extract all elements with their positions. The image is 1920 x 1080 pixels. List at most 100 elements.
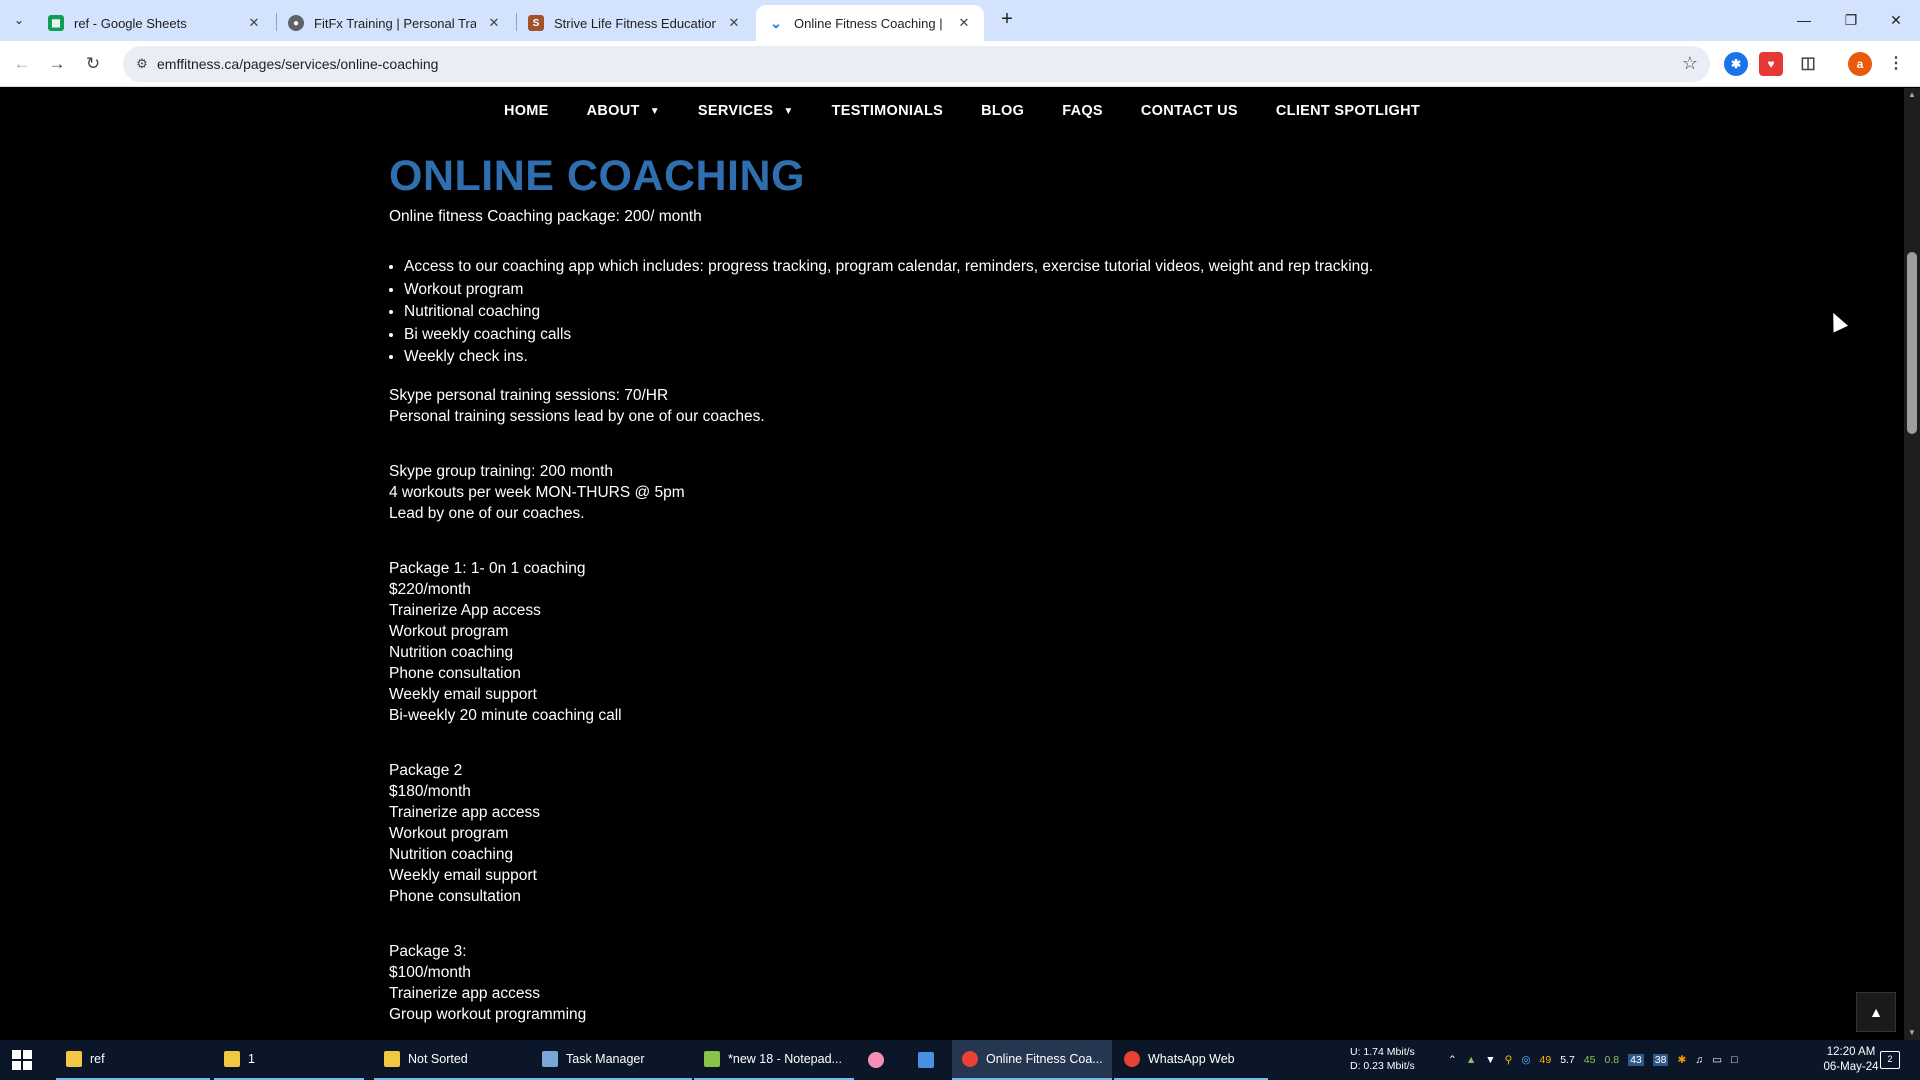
package-1-section: Package 1: 1- 0n 1 coaching $220/month T…	[389, 558, 1489, 726]
close-tab-icon[interactable]: ✕	[956, 15, 972, 31]
taskbar-item-chrome-online-fitness[interactable]: Online Fitness Coa...	[952, 1040, 1112, 1080]
text-line: Package 2	[389, 761, 463, 779]
text-line: Lead by one of our coaches.	[389, 504, 585, 522]
bookmark-star-icon[interactable]: ☆	[1682, 53, 1698, 74]
taskbar-item-1[interactable]: 1	[214, 1040, 364, 1080]
nav-faqs[interactable]: FAQS	[1062, 103, 1103, 119]
text-line: Workout program	[389, 622, 509, 640]
app-icon	[868, 1052, 884, 1068]
tray-number: 0.8	[1604, 1054, 1620, 1066]
scroll-down-arrow-icon[interactable]: ▼	[1904, 1026, 1920, 1040]
taskbar-label: Task Manager	[566, 1052, 645, 1066]
text-line: Personal training sessions lead by one o…	[389, 407, 765, 425]
menu-kebab-icon[interactable]: ⋮	[1884, 52, 1908, 76]
tab-title: ref - Google Sheets	[74, 15, 187, 31]
forward-arrow-icon[interactable]: →	[45, 52, 69, 76]
nav-home[interactable]: HOME	[504, 103, 549, 119]
extensions-puzzle-icon[interactable]: ◫	[1796, 52, 1820, 76]
text-line: Skype group training: 200 month	[389, 462, 614, 480]
windows-taskbar: ref 1 Not Sorted Task Manager *new 18 - …	[0, 1040, 1920, 1080]
list-item: Access to our coaching app which include…	[404, 256, 1489, 279]
volume-icon[interactable]: ♫	[1695, 1054, 1703, 1066]
text-line: $100/month	[389, 963, 471, 981]
document-icon	[918, 1052, 934, 1068]
text-line: Nutrition coaching	[389, 845, 514, 863]
loading-icon: ⌄	[770, 14, 782, 31]
nav-about[interactable]: ABOUT ▼	[587, 103, 660, 119]
url-text[interactable]: emffitness.ca/pages/services/online-coac…	[157, 56, 438, 72]
shield-extension-icon[interactable]: ♥	[1759, 52, 1783, 76]
back-arrow-icon[interactable]: ←	[10, 52, 34, 76]
site-info-icon[interactable]: ⚙	[133, 55, 151, 73]
battery-icon[interactable]: ▭	[1712, 1054, 1722, 1066]
close-window-icon[interactable]: ✕	[1876, 6, 1916, 34]
tray-number: 5.7	[1560, 1054, 1575, 1066]
tray-number: 49	[1539, 1054, 1552, 1066]
upload-speed: U: 1.74 Mbit/s	[1350, 1046, 1415, 1058]
nav-testimonials[interactable]: TESTIMONIALS	[832, 103, 944, 119]
scroll-up-arrow-icon[interactable]: ▲	[1904, 88, 1920, 102]
close-tab-icon[interactable]: ✕	[486, 15, 502, 31]
nav-services[interactable]: SERVICES ▼	[698, 103, 794, 119]
address-bar[interactable]: ⚙ emffitness.ca/pages/services/online-co…	[123, 46, 1710, 82]
text-line: Weekly email support	[389, 685, 537, 703]
tab-fitfx[interactable]: ● FitFx Training | Personal Training ✕	[276, 5, 514, 41]
package-2-section: Package 2 $180/month Trainerize app acce…	[389, 760, 1489, 907]
nav-contact-us[interactable]: CONTACT US	[1141, 103, 1238, 119]
clock-time: 12:20 AM	[1826, 1046, 1876, 1058]
close-tab-icon[interactable]: ✕	[246, 15, 262, 31]
back-to-top-button[interactable]: ▲	[1856, 992, 1896, 1032]
windows-start-icon[interactable]	[12, 1050, 32, 1070]
package-3-section: Package 3: $100/month Trainerize app acc…	[389, 941, 1489, 1025]
tray-app-icon[interactable]: ✱	[1677, 1054, 1686, 1066]
tab-search-chevron-icon[interactable]: ⌄	[8, 9, 30, 31]
text-line: $180/month	[389, 782, 471, 800]
text-line: Bi-weekly 20 minute coaching call	[389, 706, 622, 724]
scroll-thumb[interactable]	[1907, 252, 1917, 434]
globe-icon: ●	[288, 15, 304, 31]
tab-strive-life[interactable]: S Strive Life Fitness Education | O ✕	[516, 5, 754, 41]
taskbar-item-app[interactable]	[858, 1040, 898, 1080]
clock[interactable]: 12:20 AM 06-May-24	[1820, 1045, 1882, 1075]
nav-label: BLOG	[981, 103, 1025, 119]
tray-app-icon[interactable]: ▲	[1466, 1054, 1476, 1066]
list-item: Nutritional coaching	[404, 301, 1489, 324]
profile-avatar[interactable]: a	[1848, 52, 1872, 76]
folder-icon	[384, 1051, 400, 1067]
minimize-icon[interactable]: —	[1784, 6, 1824, 34]
tray-globe-icon[interactable]: ◎	[1521, 1054, 1530, 1066]
notifications-icon[interactable]: 2	[1880, 1051, 1900, 1069]
reload-icon[interactable]: ↻	[81, 52, 105, 76]
taskbar-label: ref	[90, 1052, 105, 1066]
taskbar-item-notepad[interactable]: *new 18 - Notepad...	[694, 1040, 854, 1080]
nav-client-spotlight[interactable]: CLIENT SPOTLIGHT	[1276, 103, 1420, 119]
page-scrollbar[interactable]: ▲ ▼	[1904, 88, 1920, 1040]
caret-down-icon: ▼	[649, 105, 660, 117]
close-tab-icon[interactable]: ✕	[726, 15, 742, 31]
taskbar-item-document[interactable]	[908, 1040, 948, 1080]
tab-google-sheets[interactable]: ▦ ref - Google Sheets ✕	[36, 5, 274, 41]
list-item: Bi weekly coaching calls	[404, 324, 1489, 347]
taskbar-item-whatsapp[interactable]: WhatsApp Web	[1114, 1040, 1268, 1080]
taskbar-item-not-sorted[interactable]: Not Sorted	[374, 1040, 534, 1080]
taskbar-item-ref[interactable]: ref	[56, 1040, 210, 1080]
network-icon[interactable]: □	[1731, 1054, 1737, 1066]
taskbar-label: WhatsApp Web	[1148, 1052, 1235, 1066]
text-line: $220/month	[389, 580, 471, 598]
google-sheets-icon: ▦	[48, 15, 64, 31]
new-tab-plus-icon[interactable]: +	[995, 8, 1019, 32]
chrome-icon	[1124, 1051, 1140, 1067]
tab-online-fitness-coaching[interactable]: ⌄ Online Fitness Coaching | Skype ✕	[756, 5, 984, 41]
restore-icon[interactable]: ❐	[1831, 6, 1871, 34]
extension-icon[interactable]: ✱	[1724, 52, 1748, 76]
nav-blog[interactable]: BLOG	[981, 103, 1024, 119]
notepad-plus-icon	[704, 1051, 720, 1067]
tray-shield-icon[interactable]: ▼	[1485, 1054, 1495, 1066]
taskbar-item-task-manager[interactable]: Task Manager	[532, 1040, 692, 1080]
nav-label: CLIENT SPOTLIGHT	[1275, 103, 1421, 119]
tray-search-icon[interactable]: ⚲	[1505, 1054, 1513, 1066]
show-hidden-icons-chevron-icon[interactable]: ⌃	[1448, 1054, 1457, 1066]
